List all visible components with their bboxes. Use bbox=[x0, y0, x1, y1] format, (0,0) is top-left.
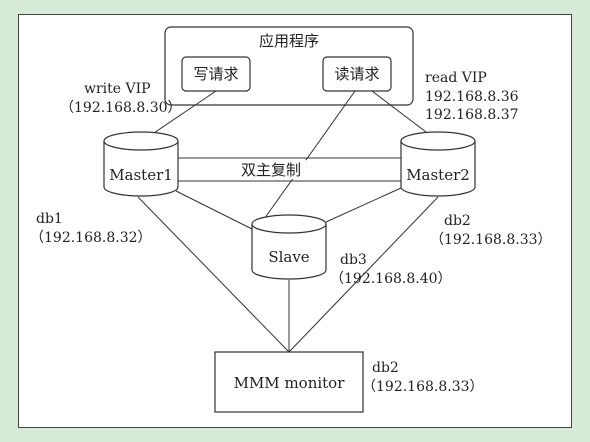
read-vip-ip1: 192.168.8.36 bbox=[425, 89, 519, 105]
monitor-db-label: db2 bbox=[372, 360, 399, 376]
write-vip-ip: （192.168.8.30） bbox=[60, 100, 182, 116]
read-vip-ip2: 192.168.8.37 bbox=[425, 107, 519, 123]
master1-db-icon bbox=[103, 131, 179, 197]
master2-label: Master2 bbox=[406, 166, 470, 184]
architecture-diagram: 应用程序 写请求 读请求 双主复制 Master1 Master2 Slave … bbox=[30, 26, 552, 413]
slave-ip: （192.168.8.40） bbox=[330, 271, 452, 287]
read-to-slave-line bbox=[261, 90, 356, 223]
slave-db-icon bbox=[251, 214, 327, 280]
read-request-label: 读请求 bbox=[334, 65, 379, 83]
write-request-label: 写请求 bbox=[193, 65, 238, 83]
replication-label: 双主复制 bbox=[241, 161, 301, 179]
application-title: 应用程序 bbox=[259, 32, 319, 50]
master1-db-label: db1 bbox=[36, 211, 63, 227]
master2-db-label: db2 bbox=[444, 213, 471, 229]
slave-label: Slave bbox=[268, 248, 309, 266]
master1-ip: （192.168.8.32） bbox=[30, 230, 152, 246]
read-to-master2-line bbox=[371, 90, 431, 136]
master1-to-slave-line bbox=[175, 190, 253, 230]
read-vip-label: read VIP bbox=[425, 70, 487, 86]
monitor-ip: （192.168.8.33） bbox=[362, 379, 484, 395]
master2-to-slave-line bbox=[325, 187, 402, 223]
master2-db-icon bbox=[400, 131, 476, 197]
master2-ip: （192.168.8.33） bbox=[430, 232, 552, 248]
write-vip-label: write VIP bbox=[84, 81, 151, 97]
master1-label: Master1 bbox=[109, 166, 173, 184]
slave-db-label: db3 bbox=[340, 252, 367, 268]
monitor-label: MMM monitor bbox=[234, 374, 346, 392]
